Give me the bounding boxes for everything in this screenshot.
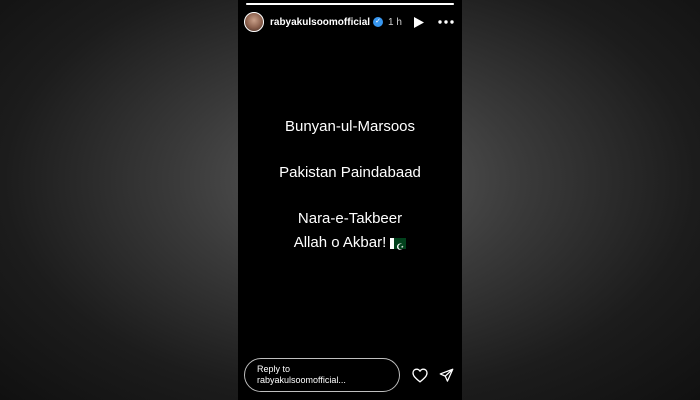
heart-icon [412,368,428,383]
verified-badge-icon: ✓ [373,17,384,27]
story-viewer[interactable]: rabyakulsoomofficial ✓ 1 h Bunyan-ul-Mar… [238,0,462,400]
pakistan-flag-icon [390,235,407,259]
username[interactable]: rabyakulsoomofficial [270,17,370,28]
reply-input[interactable]: Reply to rabyakulsoomofficial... [244,358,400,392]
share-button[interactable] [436,364,456,386]
more-options-button[interactable] [436,13,456,31]
reply-placeholder-line-2: rabyakulsoomofficial... [257,375,346,385]
story-line-4: Allah o Akbar! [293,234,387,251]
play-button[interactable] [410,13,428,31]
story-footer: Reply to rabyakulsoomofficial... [244,358,456,392]
story-line-1: Bunyan-ul-Marsoos [284,118,416,135]
story-text: Bunyan-ul-Marsoos Pakistan Paindabaad Na… [238,115,462,259]
story-header: rabyakulsoomofficial ✓ 1 h [244,10,456,34]
like-button[interactable] [410,364,430,386]
story-progress-fill [246,3,454,5]
more-options-icon [438,20,454,24]
story-line-4-wrap: Allah o Akbar! [238,231,462,259]
avatar[interactable] [244,12,264,32]
post-time: 1 h [388,16,402,28]
story-line-3: Nara-e-Takbeer [297,210,403,227]
story-line-2: Pakistan Paindabaad [279,164,421,181]
send-icon [439,368,453,382]
play-icon [414,16,424,28]
story-progress-bar [246,3,454,5]
reply-placeholder-line-1: Reply to [257,364,291,374]
